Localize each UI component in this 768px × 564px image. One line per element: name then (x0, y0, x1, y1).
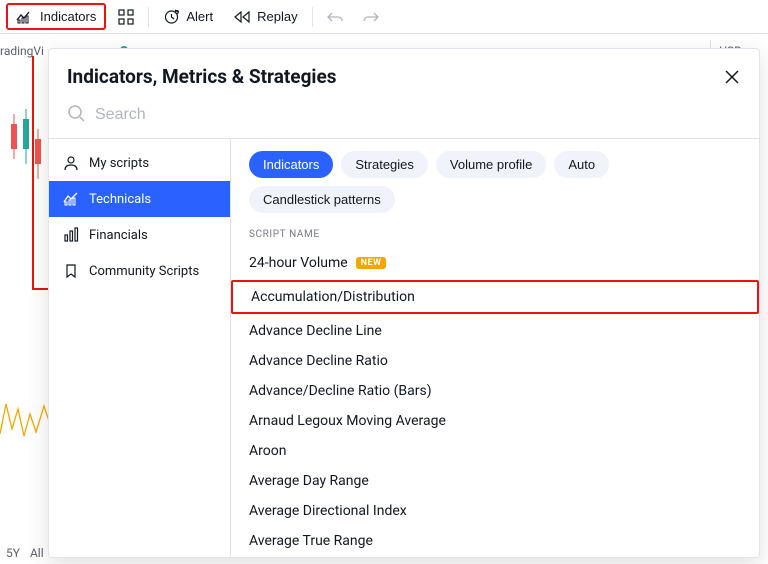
sidebar-item-technicals[interactable]: Technicals (49, 181, 230, 217)
tab-indicators[interactable]: Indicators (249, 151, 333, 178)
search-icon (67, 104, 85, 126)
toolbar-separator-2 (312, 7, 313, 27)
modal-content: Indicators Strategies Volume profile Aut… (231, 139, 759, 557)
tab-strategies[interactable]: Strategies (341, 151, 428, 178)
list-item[interactable]: Advance/Decline Ratio (Bars) (231, 376, 759, 406)
indicators-button[interactable]: Indicators (6, 3, 106, 30)
redo-button[interactable] (355, 6, 387, 28)
sidebar-item-label: Community Scripts (89, 264, 199, 279)
technicals-icon (63, 191, 79, 207)
grid-icon (118, 9, 134, 25)
sidebar-item-community[interactable]: Community Scripts (49, 253, 230, 289)
list-item[interactable]: Arnaud Legoux Moving Average (231, 406, 759, 436)
alert-clock-icon (163, 8, 180, 25)
close-button[interactable] (723, 68, 741, 86)
list-item[interactable]: Awesome Oscillator (231, 556, 759, 557)
list-item-label: Accumulation/Distribution (251, 289, 415, 305)
timeframe-row: 5Y All (6, 546, 44, 560)
list-item-accumulation-distribution[interactable]: Accumulation/Distribution (231, 280, 759, 314)
sidebar-item-label: My scripts (89, 156, 149, 171)
list-item-label: 24-hour Volume (249, 255, 348, 271)
list-item-label: Average True Range (249, 533, 373, 549)
modal-body: My scripts Technicals Financials Communi… (49, 139, 759, 557)
bars-icon (63, 227, 79, 243)
search-row (49, 98, 759, 139)
sidebar-item-label: Financials (89, 228, 148, 243)
tab-volume-profile[interactable]: Volume profile (436, 151, 546, 178)
list-item-label: Advance Decline Ratio (249, 353, 388, 369)
indicators-label: Indicators (40, 9, 96, 24)
list-item[interactable]: Advance Decline Line (231, 316, 759, 346)
list-item-label: Average Directional Index (249, 503, 407, 519)
top-toolbar: Indicators Alert Replay (0, 0, 768, 34)
list-item[interactable]: Average True Range (231, 526, 759, 556)
sidebar-item-my-scripts[interactable]: My scripts (49, 145, 230, 181)
toolbar-separator (148, 7, 149, 27)
alert-label: Alert (186, 9, 213, 24)
new-badge: NEW (356, 257, 387, 269)
modal-header: Indicators, Metrics & Strategies (49, 49, 759, 98)
redo-icon (363, 10, 379, 24)
rewind-icon (233, 10, 251, 24)
replay-label: Replay (257, 9, 297, 24)
line-chart-fragment (0, 394, 50, 444)
list-item-label: Arnaud Legoux Moving Average (249, 413, 446, 429)
list-item-label: Advance/Decline Ratio (Bars) (249, 383, 432, 399)
sidebar-item-label: Technicals (89, 192, 151, 207)
templates-button[interactable] (110, 5, 142, 29)
replay-button[interactable]: Replay (225, 5, 305, 28)
list-item[interactable]: Aroon (231, 436, 759, 466)
alert-button[interactable]: Alert (155, 4, 221, 29)
indicator-list: 24-hour Volume NEW Accumulation/Distribu… (231, 248, 759, 557)
list-item-label: Aroon (249, 443, 286, 459)
list-item[interactable]: Advance Decline Ratio (231, 346, 759, 376)
tab-candlestick[interactable]: Candlestick patterns (249, 186, 395, 213)
filter-tabs: Indicators Strategies Volume profile Aut… (231, 139, 759, 225)
section-header: SCRIPT NAME (231, 225, 759, 248)
modal-sidebar: My scripts Technicals Financials Communi… (49, 139, 231, 557)
list-item[interactable]: Average Directional Index (231, 496, 759, 526)
tab-auto[interactable]: Auto (554, 151, 609, 178)
timeframe-all[interactable]: All (30, 546, 44, 560)
person-icon (63, 155, 79, 171)
brand-fragment: radingVi (0, 44, 44, 58)
list-item[interactable]: Average Day Range (231, 466, 759, 496)
timeframe-5y[interactable]: 5Y (6, 546, 20, 560)
list-item[interactable]: 24-hour Volume NEW (231, 248, 759, 278)
modal-title: Indicators, Metrics & Strategies (67, 65, 336, 88)
search-input[interactable] (95, 106, 741, 124)
list-item-label: Average Day Range (249, 473, 369, 489)
candlestick-chart-fragment (8, 104, 48, 194)
close-icon (724, 69, 740, 85)
undo-icon (327, 10, 343, 24)
undo-button[interactable] (319, 6, 351, 28)
list-item-label: Advance Decline Line (249, 323, 382, 339)
indicators-icon (16, 10, 34, 24)
sidebar-item-financials[interactable]: Financials (49, 217, 230, 253)
indicators-modal: Indicators, Metrics & Strategies My scri… (48, 48, 760, 558)
bookmark-icon (63, 263, 79, 279)
